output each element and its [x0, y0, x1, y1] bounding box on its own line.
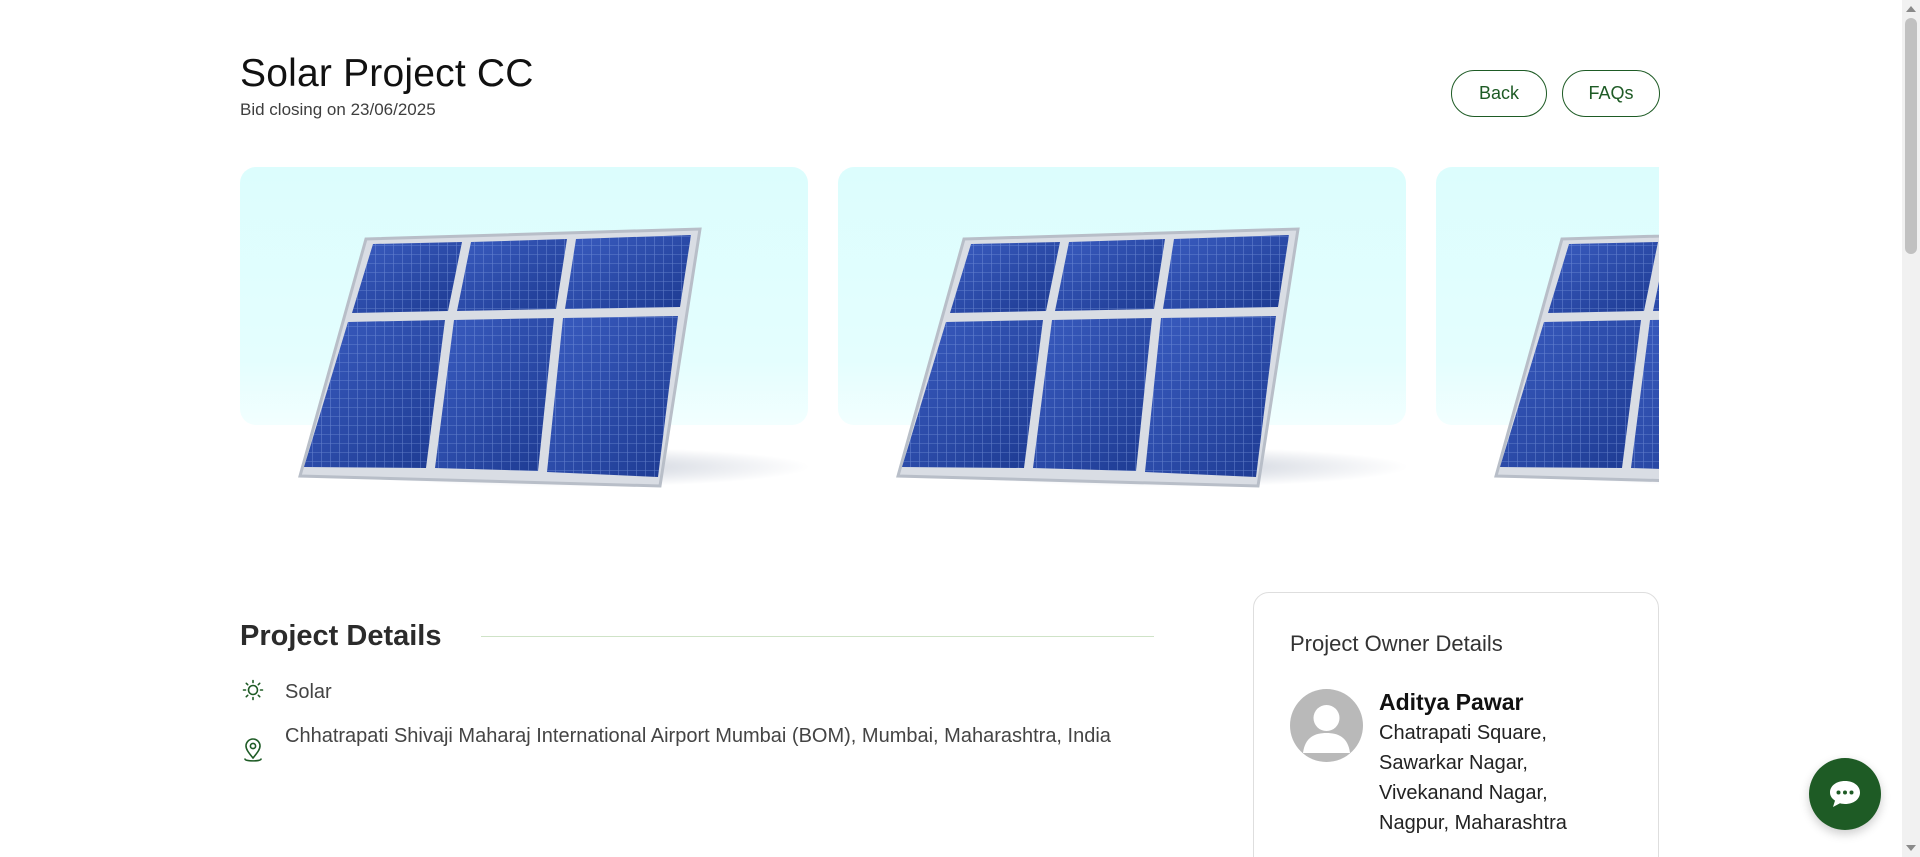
image-carousel[interactable] — [240, 167, 1659, 507]
project-type: Solar — [285, 681, 332, 703]
vertical-scrollbar[interactable] — [1902, 0, 1920, 857]
carousel-slide[interactable] — [838, 167, 1406, 507]
scroll-up-icon[interactable] — [1906, 6, 1916, 12]
owner-card-heading: Project Owner Details — [1290, 631, 1503, 656]
chat-bubble-icon — [1830, 781, 1860, 807]
back-button[interactable]: Back — [1451, 70, 1547, 117]
faqs-button[interactable]: FAQs — [1562, 70, 1660, 117]
owner-address: Chatrapati Square, Sawarkar Nagar, Vivek… — [1379, 722, 1567, 834]
project-details-section: Project Details Solar Chhatrapati Shivaj — [240, 620, 1154, 763]
section-divider — [481, 636, 1154, 637]
project-location-row: Chhatrapati Shivaji Maharaj Internationa… — [240, 721, 1154, 763]
owner-body: Aditya Pawar Chatrapati Square, Sawarkar… — [1290, 689, 1622, 838]
carousel-slide[interactable] — [1436, 167, 1659, 507]
project-details-heading: Project Details — [240, 620, 442, 652]
solar-panel-image — [1494, 234, 1659, 485]
chat-button[interactable] — [1809, 758, 1881, 830]
project-type-row: Solar — [240, 677, 1154, 707]
header-actions: Back FAQs — [1451, 70, 1660, 117]
page: Solar Project CC Bid closing on 23/06/20… — [0, 0, 1902, 857]
page-header: Solar Project CC Bid closing on 23/06/20… — [240, 50, 1660, 130]
scrollbar-thumb[interactable] — [1905, 18, 1917, 254]
page-title: Solar Project CC — [240, 52, 534, 95]
bid-closing-date: Bid closing on 23/06/2025 — [240, 100, 436, 119]
solar-panel-image — [298, 227, 808, 488]
owner-info: Aditya Pawar Chatrapati Square, Sawarkar… — [1379, 689, 1599, 838]
carousel-slide[interactable] — [240, 167, 808, 507]
scroll-down-icon[interactable] — [1906, 845, 1916, 851]
map-pin-icon — [240, 737, 266, 763]
project-location: Chhatrapati Shivaji Maharaj Internationa… — [285, 725, 1111, 747]
sun-icon — [240, 677, 266, 703]
solar-panel-image — [896, 227, 1406, 488]
owner-name: Aditya Pawar — [1379, 689, 1524, 715]
avatar — [1290, 689, 1363, 762]
section-header: Project Details — [240, 620, 1154, 653]
user-icon — [1303, 705, 1350, 753]
project-owner-card: Project Owner Details Aditya Pawar Chatr… — [1253, 592, 1659, 857]
